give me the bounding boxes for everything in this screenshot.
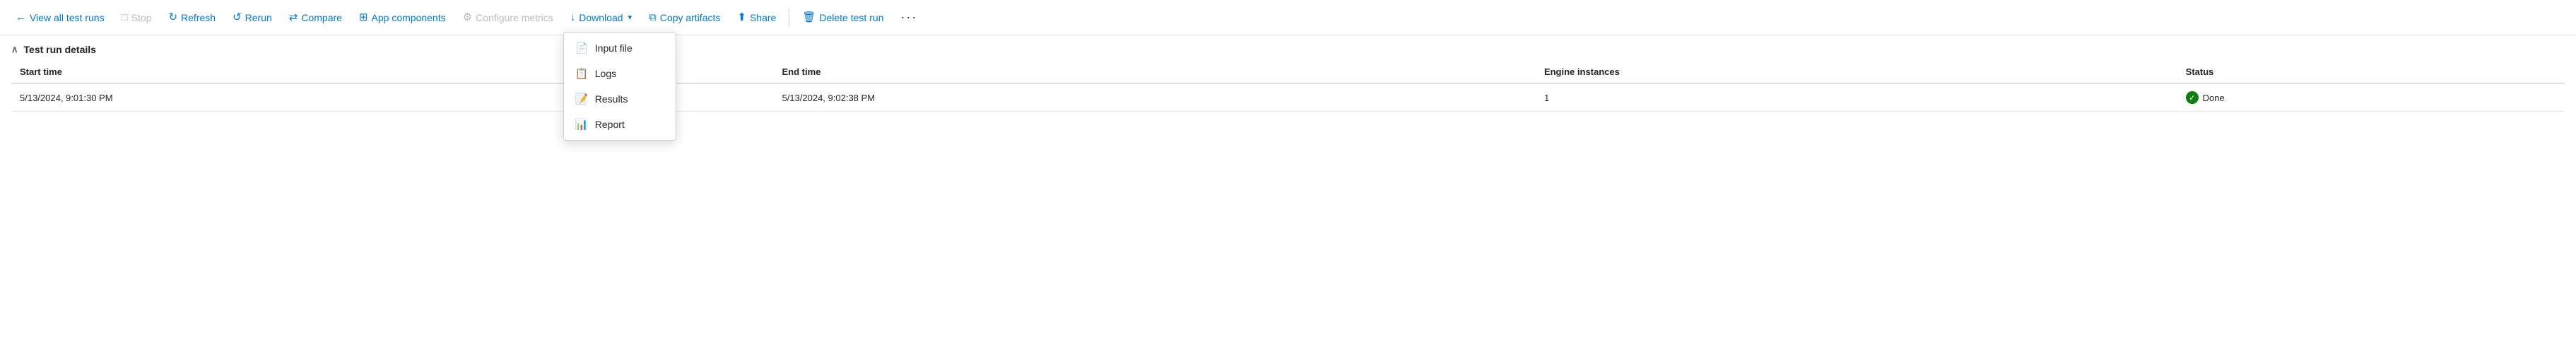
app-components-label: App components bbox=[372, 12, 446, 23]
stop-icon: □ bbox=[122, 12, 128, 23]
delete-icon: 🗑 bbox=[802, 12, 816, 23]
table-row: 5/13/2024, 9:01:30 PM 5/13/2024, 9:02:38… bbox=[11, 83, 2565, 112]
dropdown-item-report[interactable]: 📊 Report bbox=[564, 112, 676, 137]
dropdown-item-report-label: Report bbox=[595, 119, 625, 130]
dropdown-item-logs-label: Logs bbox=[595, 68, 616, 79]
download-chevron-icon: ▾ bbox=[628, 13, 633, 22]
share-label: Share bbox=[750, 12, 776, 23]
rerun-icon: ↺ bbox=[233, 12, 242, 23]
copy-artifacts-button[interactable]: ⧉ Copy artifacts bbox=[642, 8, 727, 28]
more-options-label: ··· bbox=[900, 10, 917, 25]
col-end-time: End time bbox=[773, 61, 1535, 83]
more-options-button[interactable]: ··· bbox=[893, 6, 924, 29]
table-container: Start time End time Engine instances Sta… bbox=[0, 61, 2576, 112]
cell-end-time: 5/13/2024, 9:02:38 PM bbox=[773, 83, 1535, 112]
compare-label: Compare bbox=[301, 12, 342, 23]
report-icon: 📊 bbox=[575, 118, 588, 131]
download-dropdown-wrapper: ↓ Download ▾ 📄 Input file 📋 Logs 📝 Resul… bbox=[563, 8, 639, 28]
delete-test-run-button[interactable]: 🗑 Delete test run bbox=[795, 8, 890, 28]
dropdown-item-input-file-label: Input file bbox=[595, 42, 633, 54]
input-file-icon: 📄 bbox=[575, 42, 588, 54]
configure-metrics-label: Configure metrics bbox=[476, 12, 553, 23]
share-icon: ⬆ bbox=[737, 12, 746, 23]
view-all-label: View all test runs bbox=[30, 12, 105, 23]
status-label: Done bbox=[2203, 93, 2225, 103]
copy-icon: ⧉ bbox=[649, 12, 657, 23]
back-icon: ← bbox=[16, 12, 26, 23]
configure-metrics-button[interactable]: ⚙ Configure metrics bbox=[456, 8, 560, 28]
view-all-test-runs-button[interactable]: ← View all test runs bbox=[8, 8, 112, 28]
dropdown-item-results-label: Results bbox=[595, 93, 628, 105]
cell-status: ✓ Done bbox=[2177, 83, 2565, 112]
logs-icon: 📋 bbox=[575, 67, 588, 80]
download-icon: ↓ bbox=[570, 12, 576, 23]
test-run-table: Start time End time Engine instances Sta… bbox=[11, 61, 2565, 112]
app-components-button[interactable]: ⊞ App components bbox=[352, 8, 453, 28]
dropdown-item-input-file[interactable]: 📄 Input file bbox=[564, 35, 676, 61]
stop-button[interactable]: □ Stop bbox=[114, 8, 159, 28]
cell-engine-instances: 1 bbox=[1536, 83, 2177, 112]
results-icon: 📝 bbox=[575, 93, 588, 105]
compare-icon: ⇄ bbox=[289, 12, 298, 23]
status-done-icon: ✓ bbox=[2186, 91, 2199, 104]
refresh-icon: ↻ bbox=[168, 12, 177, 23]
toolbar: ← View all test runs □ Stop ↻ Refresh ↺ … bbox=[0, 0, 2576, 35]
download-dropdown-menu: 📄 Input file 📋 Logs 📝 Results 📊 Report bbox=[563, 32, 676, 141]
download-label: Download bbox=[579, 12, 623, 23]
rerun-label: Rerun bbox=[245, 12, 272, 23]
compare-button[interactable]: ⇄ Compare bbox=[282, 8, 349, 28]
rerun-button[interactable]: ↺ Rerun bbox=[225, 8, 279, 28]
copy-artifacts-label: Copy artifacts bbox=[660, 12, 721, 23]
status-container: ✓ Done bbox=[2186, 91, 2556, 104]
dropdown-item-logs[interactable]: 📋 Logs bbox=[564, 61, 676, 86]
refresh-button[interactable]: ↻ Refresh bbox=[161, 8, 223, 28]
table-header-row: Start time End time Engine instances Sta… bbox=[11, 61, 2565, 83]
stop-label: Stop bbox=[131, 12, 152, 23]
app-components-icon: ⊞ bbox=[359, 12, 368, 23]
share-button[interactable]: ⬆ Share bbox=[730, 8, 783, 28]
dropdown-item-results[interactable]: 📝 Results bbox=[564, 86, 676, 112]
refresh-label: Refresh bbox=[181, 12, 216, 23]
col-status: Status bbox=[2177, 61, 2565, 83]
section-title: Test run details bbox=[24, 44, 96, 55]
delete-label: Delete test run bbox=[819, 12, 883, 23]
engine-instances-value: 1 bbox=[1544, 93, 1549, 103]
section-chevron-icon[interactable]: ∧ bbox=[11, 44, 18, 55]
col-engine-instances: Engine instances bbox=[1536, 61, 2177, 83]
section-header: ∧ Test run details bbox=[0, 35, 2576, 61]
download-button[interactable]: ↓ Download ▾ bbox=[563, 8, 639, 28]
configure-icon: ⚙ bbox=[463, 12, 472, 23]
